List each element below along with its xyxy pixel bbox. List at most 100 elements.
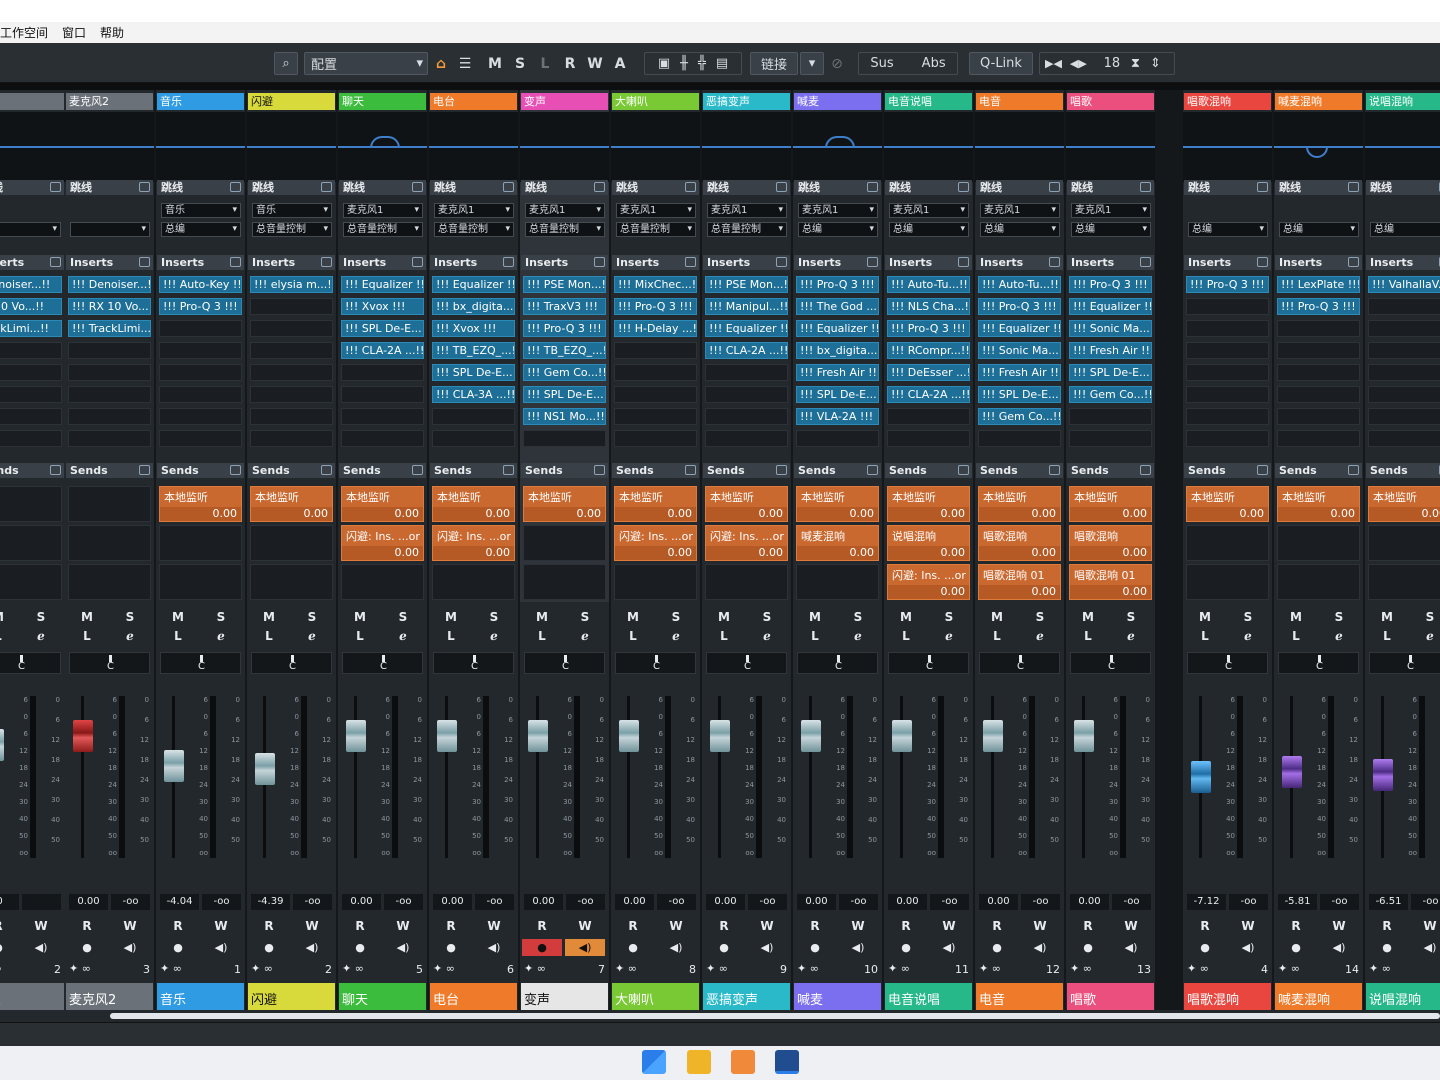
edit-icon[interactable]: ℯ [21,628,61,645]
input-routing-select[interactable]: 音乐 [252,203,332,218]
send-slot[interactable] [1277,564,1360,600]
send-slot[interactable] [432,564,515,600]
write-automation-button[interactable]: W [474,918,514,935]
insert-slot[interactable] [250,408,333,425]
channel-name[interactable]: 麦克风2 [66,93,153,110]
channel-name-footer[interactable]: 麦克风2 [66,983,153,1010]
input-routing-select[interactable]: 音乐 [161,203,241,218]
send-slot[interactable]: 本地监听 0.00 [1069,486,1152,522]
send-slot[interactable] [1368,525,1440,561]
insert-slot[interactable]: !!! Equalizer !!! [978,320,1061,337]
routing-icon[interactable] [594,182,605,192]
insert-slot[interactable] [614,430,697,447]
insert-slot[interactable]: !!! Sonic Ma...!! [1069,320,1152,337]
pan-control[interactable] [706,652,787,674]
channel-name-footer[interactable]: 喊麦 [794,983,881,1010]
listen-button[interactable]: L [613,628,653,645]
insert-slot[interactable] [705,408,788,425]
volume-readout[interactable]: 0.00 [433,894,472,910]
insert-slot[interactable] [0,408,62,425]
output-routing-select[interactable]: 总音量控制 [252,222,332,237]
sends-icon[interactable] [1348,465,1359,475]
insert-slot[interactable]: !!! ValhallaV... [1368,276,1440,293]
insert-slot[interactable]: !!! bx_digita...!! [432,298,515,315]
solo-button[interactable]: S [110,609,150,626]
insert-slot[interactable] [1368,386,1440,403]
send-slot[interactable] [796,564,879,600]
insert-slot[interactable] [1277,408,1360,425]
solo-button[interactable]: S [656,609,696,626]
insert-slot[interactable] [614,386,697,403]
fader-handle[interactable] [164,749,184,782]
routing-icon[interactable] [1140,182,1151,192]
sends-icon[interactable] [230,465,241,475]
insert-slot[interactable] [1186,408,1269,425]
insert-slot[interactable] [432,430,515,447]
input-routing-select[interactable]: 麦克风1 [980,203,1060,218]
send-slot[interactable]: 本地监听 0.00 [1368,486,1440,522]
read-automation-button[interactable]: R [158,918,198,935]
listen-all-button[interactable]: L [536,52,554,75]
inserts-icon[interactable] [1140,257,1151,267]
insert-slot[interactable]: !!! PSE Mon...!! [523,276,606,293]
inserts-icon[interactable] [503,257,514,267]
volume-readout[interactable]: 0 [0,894,19,910]
collapse-icon[interactable]: ⧗ [1131,56,1140,71]
routing-icon[interactable] [776,182,787,192]
insert-slot[interactable] [1368,364,1440,381]
solo-button[interactable]: S [383,609,423,626]
record-enable-button[interactable]: ● [795,939,835,956]
sends-icon[interactable] [139,465,150,475]
edit-icon[interactable]: ℯ [1228,628,1268,645]
channel-name-footer[interactable]: 电台 [430,983,517,1010]
sends-icon[interactable] [1257,465,1268,475]
record-enable-button[interactable]: ● [1367,939,1407,956]
send-slot[interactable]: 本地监听 0.00 [796,486,879,522]
record-enable-button[interactable]: ● [522,939,562,956]
edit-icon[interactable]: ℯ [383,628,423,645]
peak-readout[interactable] [22,894,61,910]
insert-slot[interactable] [68,364,151,381]
volume-readout[interactable]: 0.00 [69,894,108,910]
insert-slot[interactable] [1277,364,1360,381]
insert-slot[interactable] [1186,320,1269,337]
input-routing-select[interactable]: 麦克风1 [889,203,969,218]
insert-slot[interactable] [614,342,697,359]
read-automation-button[interactable]: R [795,918,835,935]
insert-slot[interactable]: !!! Xvox !!! [341,298,424,315]
insert-slot[interactable] [250,386,333,403]
abs-button[interactable]: Abs [922,56,946,71]
insert-slot[interactable]: !!! NLS Cha...!! [887,298,970,315]
insert-slot[interactable]: !!! Auto-Tu...!! [978,276,1061,293]
solo-button[interactable]: S [1020,609,1060,626]
insert-slot[interactable] [1368,408,1440,425]
auto-button[interactable]: A [611,52,629,75]
input-routing-select[interactable]: 麦克风1 [616,203,696,218]
edit-icon[interactable]: ℯ [1020,628,1060,645]
mute-button[interactable]: M [249,609,289,626]
record-enable-button[interactable]: ● [977,939,1017,956]
write-all-button[interactable]: W [586,52,604,75]
read-automation-button[interactable]: R [1367,918,1407,935]
channel-name[interactable]: 音乐 [157,93,244,110]
send-slot[interactable]: 本地监听 0.00 [523,486,606,522]
insert-slot[interactable]: !!! DeEsser ...!! [887,364,970,381]
insert-slot[interactable] [250,430,333,447]
zoom-out-icon[interactable]: ◀▶ [1070,57,1087,70]
listen-button[interactable]: L [704,628,744,645]
listen-button[interactable]: L [67,628,107,645]
peak-readout[interactable]: -oo [1021,894,1060,910]
mute-button[interactable]: M [795,609,835,626]
insert-slot[interactable]: !!! Equalizer !!! [432,276,515,293]
insert-slot[interactable] [1186,342,1269,359]
insert-slot[interactable] [887,408,970,425]
send-slot[interactable]: 本地监听 0.00 [250,486,333,522]
insert-slot[interactable] [614,408,697,425]
insert-slot[interactable]: !!! VLA-2A !!! [796,408,879,425]
read-automation-button[interactable]: R [704,918,744,935]
fader-handle[interactable] [0,728,4,761]
send-slot[interactable]: 本地监听 0.00 [705,486,788,522]
channel-name[interactable]: 电音 [976,93,1063,110]
send-slot[interactable] [705,564,788,600]
channel-name-footer[interactable]: 恶搞变声 [703,983,790,1010]
